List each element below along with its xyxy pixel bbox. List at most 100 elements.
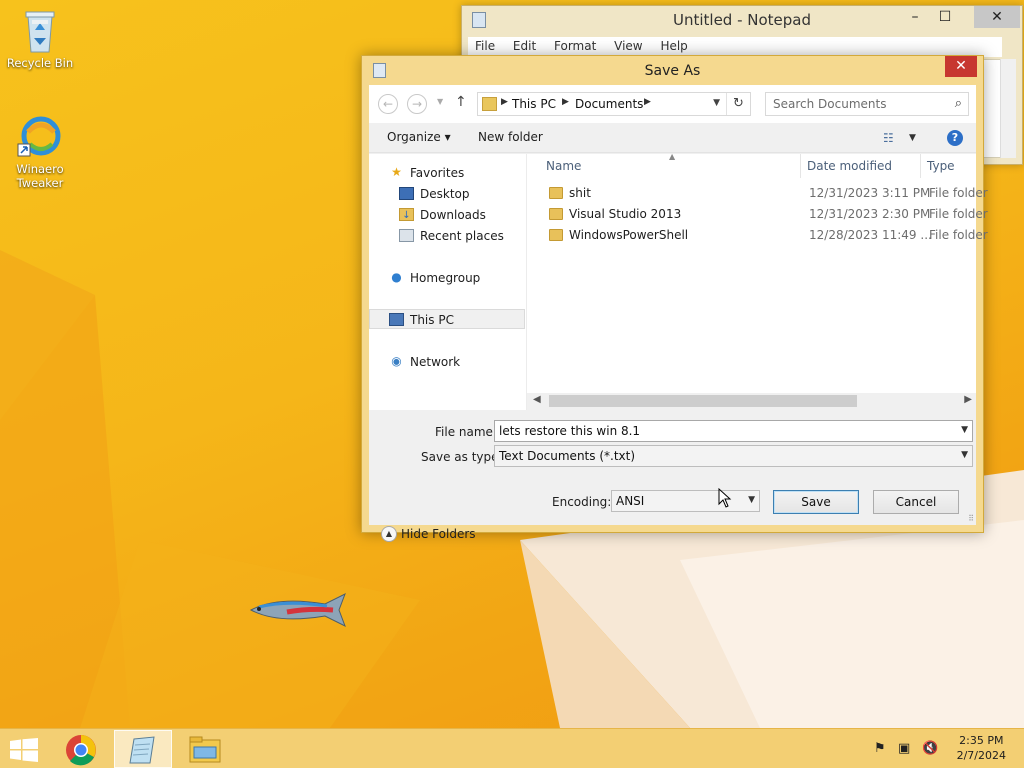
forward-button[interactable]: → (407, 94, 427, 114)
file-type: File folder (929, 186, 988, 200)
refresh-icon[interactable]: ↻ (726, 93, 750, 115)
breadcrumb-documents[interactable]: Documents (575, 97, 643, 111)
chevron-down-icon[interactable]: ▼ (961, 450, 968, 460)
navigation-pane: ★ Favorites Desktop ↓ Downloads Recent p… (369, 154, 527, 410)
clock-time: 2:35 PM (959, 734, 1004, 747)
homegroup-icon: ● (391, 270, 402, 284)
menu-help[interactable]: Help (653, 37, 694, 55)
winaero-tweaker-label: Winaero Tweaker (16, 162, 64, 190)
file-row[interactable]: shit 12/31/2023 3:11 PM File folder (527, 183, 988, 204)
save-as-dialog[interactable]: Save As ✕ ← → ▼ ↑ ▶ This PC ▶ Documents … (361, 55, 988, 542)
nav-item-downloads[interactable]: ↓ Downloads (369, 205, 525, 225)
file-name-value[interactable]: lets restore this win 8.1 (499, 424, 640, 438)
column-divider[interactable] (800, 154, 801, 178)
resize-grip-icon[interactable]: ⠿ (968, 514, 974, 523)
nav-item-network[interactable]: ◉ Network (369, 352, 525, 372)
network-status-icon[interactable]: ▣ (898, 741, 910, 756)
network-icon: ◉ (391, 354, 402, 368)
nav-item-recent-places[interactable]: Recent places (369, 226, 525, 246)
system-clock[interactable]: 2:35 PM 2/7/2024 (957, 733, 1006, 763)
recent-places-icon (399, 229, 414, 242)
file-name-field[interactable]: lets restore this win 8.1 ▼ (494, 420, 973, 442)
nav-label: Homegroup (410, 271, 481, 285)
chrome-icon (66, 735, 96, 766)
breadcrumb-separator-icon[interactable]: ▶ (644, 97, 651, 107)
horizontal-scrollbar[interactable]: ◀ ▶ (527, 393, 976, 410)
file-date: 12/31/2023 3:11 PM (809, 186, 931, 200)
menu-file[interactable]: File (468, 37, 502, 55)
encoding-select[interactable]: ANSI ▼ (611, 490, 760, 512)
file-name: Visual Studio 2013 (569, 207, 682, 221)
up-arrow-icon[interactable]: ↑ (455, 94, 467, 110)
address-dropdown-chevron-icon[interactable]: ▼ (713, 98, 720, 108)
clock-date: 2/7/2024 (956, 749, 1006, 762)
new-folder-button[interactable]: New folder (478, 130, 543, 144)
taskbar-file-explorer[interactable] (176, 730, 234, 768)
file-row[interactable]: WindowsPowerShell 12/28/2023 11:49 ... F… (527, 225, 988, 246)
nav-item-desktop[interactable]: Desktop (369, 184, 525, 204)
notepad-titlebar[interactable]: Untitled - Notepad – ☐ ✕ (462, 6, 1022, 34)
taskbar-notepad[interactable] (114, 730, 172, 768)
organize-button[interactable]: Organize ▾ (387, 130, 451, 144)
volume-muted-icon[interactable]: 🔇 (922, 741, 938, 756)
nav-label: Favorites (410, 166, 465, 180)
breadcrumb-separator-icon[interactable]: ▶ (501, 97, 508, 107)
file-row[interactable]: Visual Studio 2013 12/31/2023 2:30 PM Fi… (527, 204, 988, 225)
file-name: shit (569, 186, 591, 200)
action-center-flag-icon[interactable]: ⚑ (874, 741, 886, 756)
view-dropdown-chevron-icon[interactable]: ▼ (909, 133, 916, 143)
chevron-down-icon[interactable]: ▼ (748, 495, 755, 505)
recycle-bin-icon (25, 11, 55, 53)
dialog-close-button[interactable]: ✕ (945, 56, 977, 77)
encoding-value: ANSI (616, 494, 645, 508)
nav-item-homegroup[interactable]: ● Homegroup (369, 268, 525, 288)
help-icon[interactable]: ? (947, 130, 963, 146)
nav-label: This PC (410, 313, 454, 327)
column-divider[interactable] (920, 154, 921, 178)
column-header-date-modified[interactable]: Date modified (807, 159, 892, 183)
close-button[interactable]: ✕ (974, 6, 1020, 28)
search-icon[interactable]: ⌕ (955, 96, 962, 111)
nav-item-this-pc[interactable]: This PC (369, 309, 525, 329)
scrollbar-thumb[interactable] (549, 395, 857, 407)
recent-locations-chevron-icon[interactable]: ▼ (437, 97, 443, 106)
folder-icon (549, 187, 563, 199)
nav-label: Network (410, 355, 461, 369)
dialog-body: ← → ▼ ↑ ▶ This PC ▶ Documents ▶ ▼ ↻ Sear… (369, 85, 988, 542)
taskbar: ⚑ ▣ 🔇 2:35 PM 2/7/2024 (0, 728, 1024, 768)
windows-start-icon[interactable] (10, 738, 38, 762)
dialog-titlebar[interactable]: Save As ✕ (362, 56, 983, 84)
scroll-right-icon[interactable]: ▶ (964, 394, 972, 405)
file-explorer-icon (189, 736, 221, 763)
taskbar-chrome[interactable] (52, 730, 110, 768)
menu-edit[interactable]: Edit (506, 37, 543, 55)
nav-label: Downloads (420, 208, 486, 222)
search-box[interactable]: Search Documents ⌕ (765, 92, 969, 116)
minimize-button[interactable]: – (900, 6, 930, 28)
nav-item-favorites[interactable]: ★ Favorites (369, 163, 525, 183)
column-header-name[interactable]: Name (546, 159, 581, 183)
breadcrumb-separator-icon[interactable]: ▶ (562, 97, 569, 107)
view-options-icon[interactable]: ☷ (883, 131, 894, 145)
mouse-cursor-icon (718, 488, 732, 508)
file-date: 12/31/2023 2:30 PM (809, 207, 931, 221)
winaero-tweaker-shortcut[interactable]: Winaero Tweaker (2, 116, 78, 190)
breadcrumb-this-pc[interactable]: This PC (512, 97, 556, 111)
recycle-bin-shortcut[interactable]: Recycle Bin (2, 8, 78, 70)
column-header-type[interactable]: Type (927, 159, 955, 183)
menu-view[interactable]: View (607, 37, 649, 55)
address-bar[interactable]: ▶ This PC ▶ Documents ▶ ▼ ↻ (477, 92, 751, 116)
chevron-down-icon[interactable]: ▼ (961, 425, 968, 435)
save-as-type-select[interactable]: Text Documents (*.txt) ▼ (494, 445, 973, 467)
notepad-scrollbar[interactable] (1000, 59, 1016, 158)
save-button[interactable]: Save (773, 490, 859, 514)
navigation-bar: ← → ▼ ↑ ▶ This PC ▶ Documents ▶ ▼ ↻ Sear… (369, 85, 976, 123)
menu-format[interactable]: Format (547, 37, 603, 55)
recycle-bin-label: Recycle Bin (6, 56, 74, 70)
search-input[interactable]: Search Documents (773, 97, 886, 111)
scroll-left-icon[interactable]: ◀ (533, 394, 541, 405)
maximize-button[interactable]: ☐ (930, 6, 960, 28)
back-button[interactable]: ← (378, 94, 398, 114)
cancel-button[interactable]: Cancel (873, 490, 959, 514)
notepad-icon (129, 736, 155, 764)
